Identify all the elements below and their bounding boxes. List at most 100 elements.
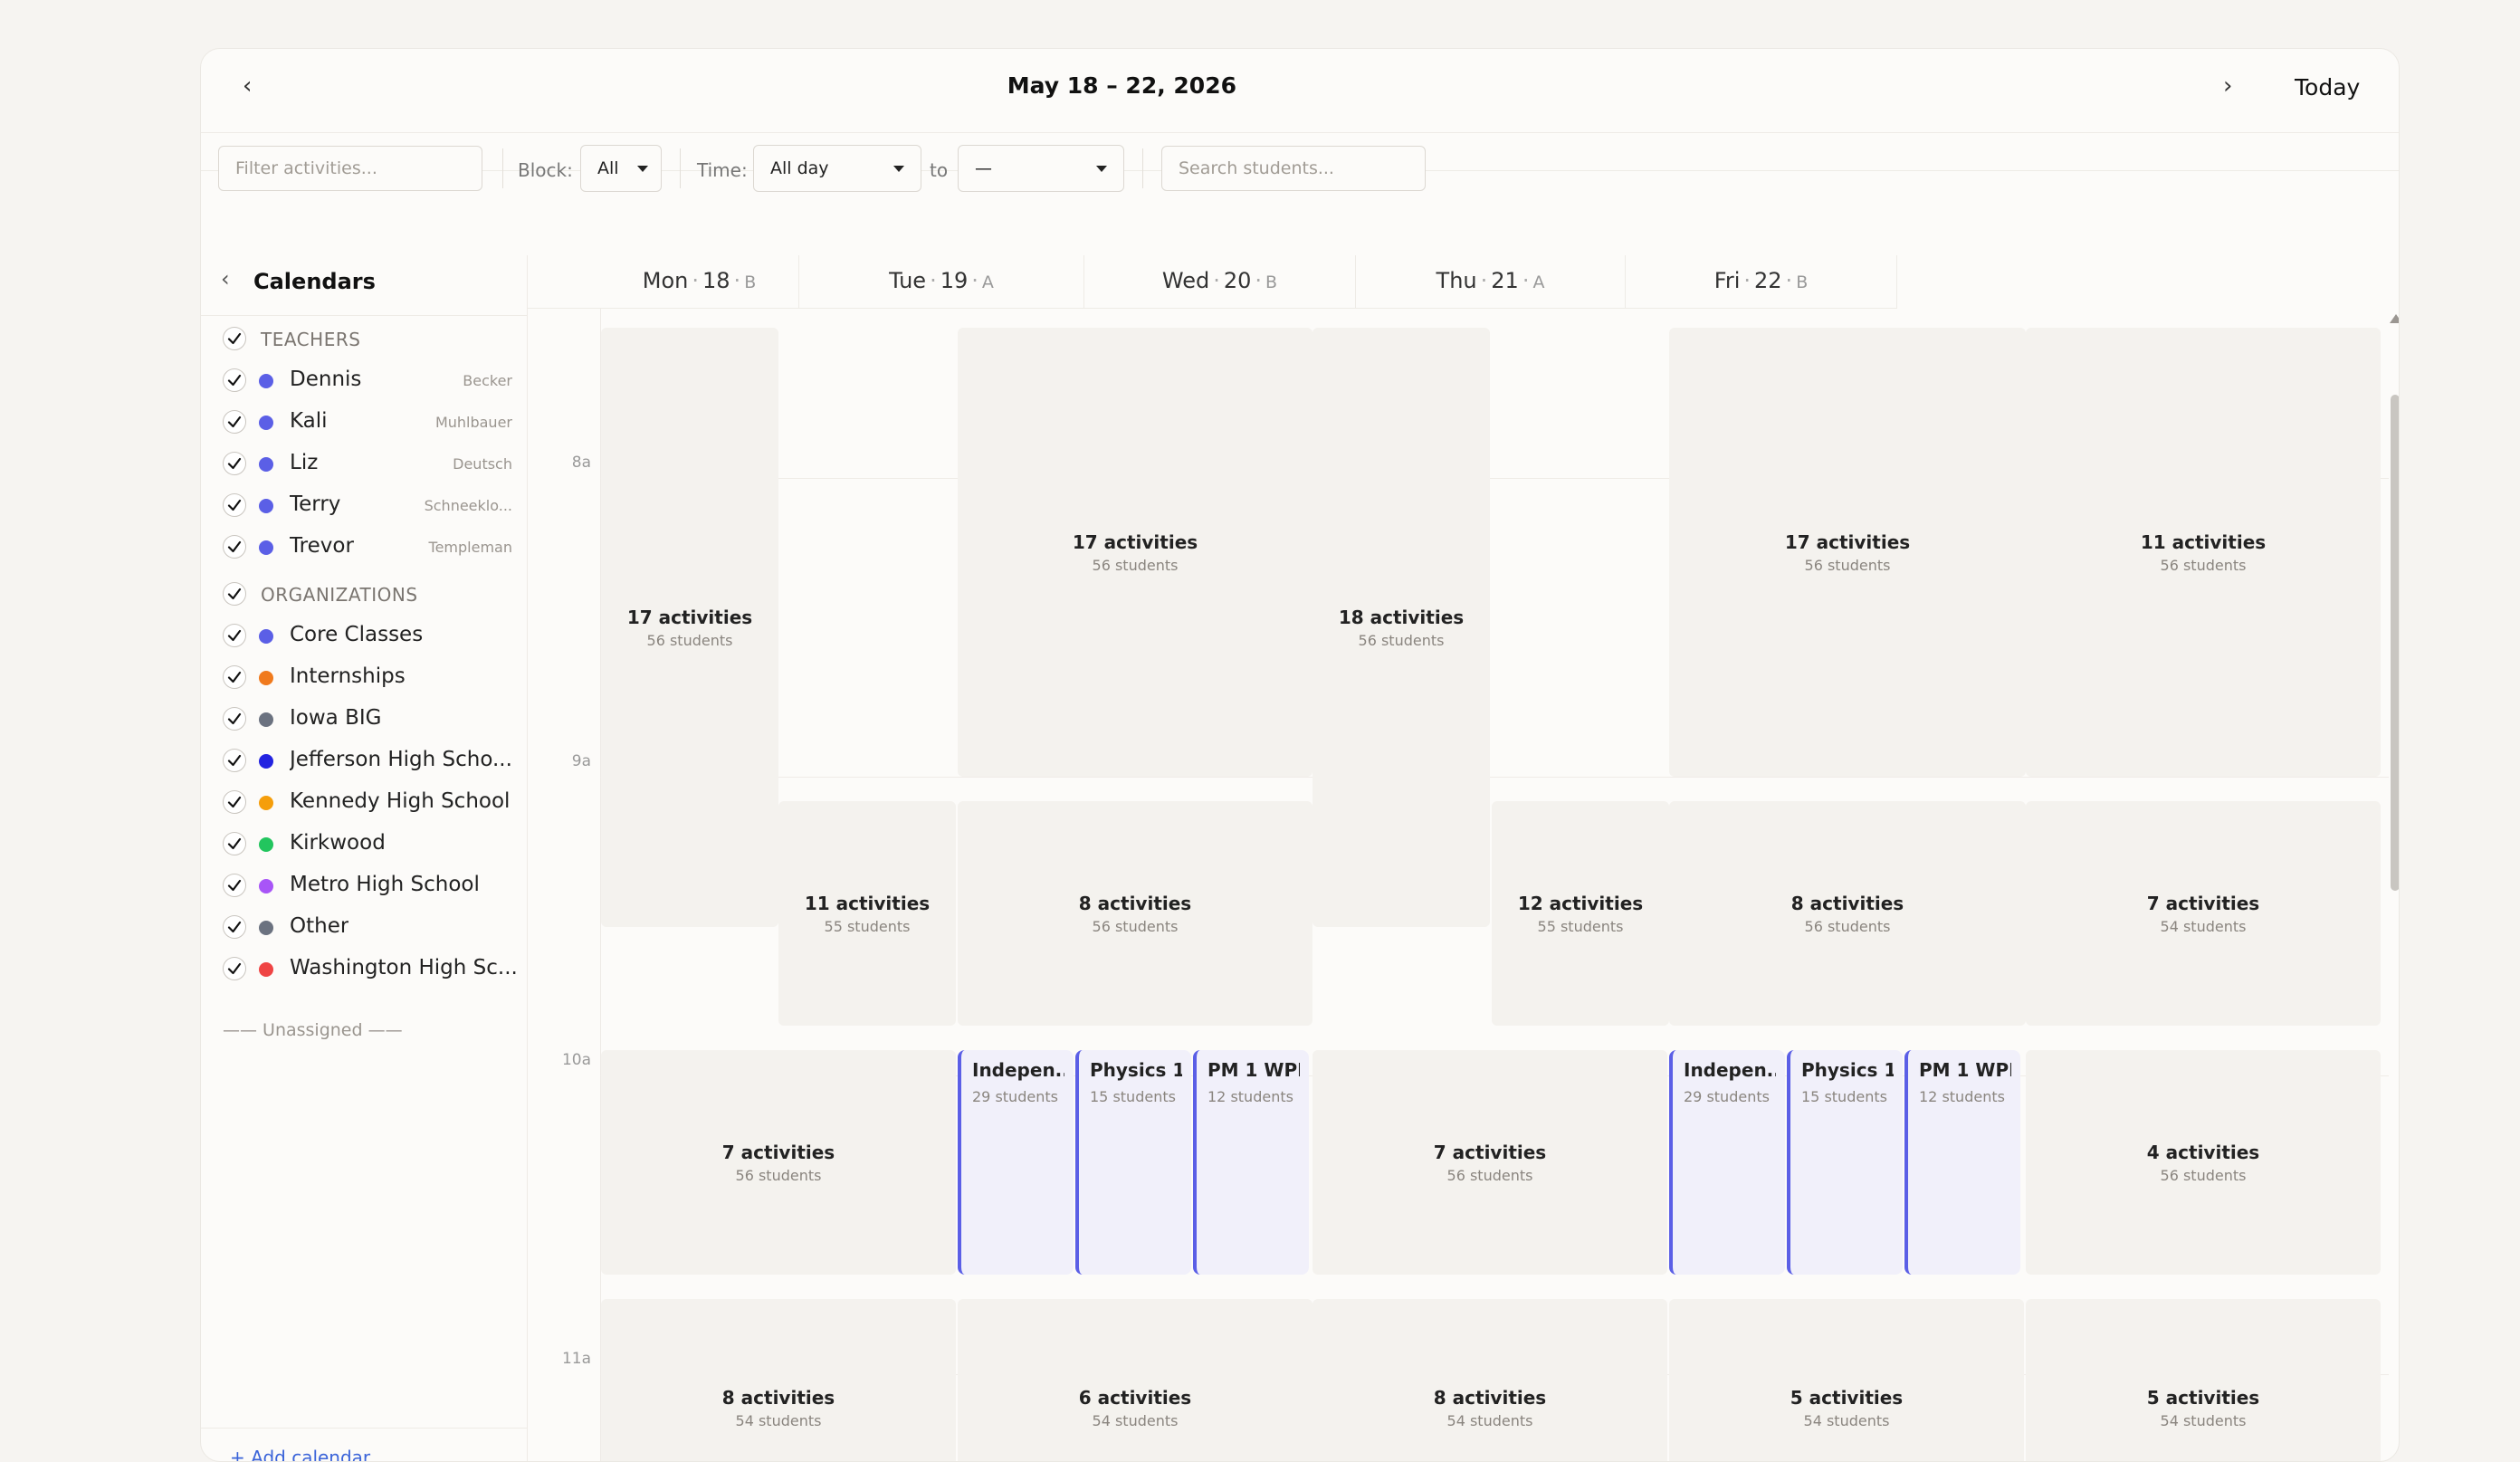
checkbox-checked-icon[interactable] xyxy=(223,874,246,897)
organization-name: Internships xyxy=(290,664,406,688)
sidebar-header: ‹ Calendars xyxy=(201,255,527,316)
toolbar-divider xyxy=(502,148,503,188)
event-title: Indepen... xyxy=(1684,1059,1776,1081)
separator-dot: · xyxy=(971,268,978,293)
checkbox-checked-icon[interactable] xyxy=(223,535,246,559)
collapse-sidebar-button[interactable]: ‹ xyxy=(221,266,230,291)
time-label-11a: 11a xyxy=(561,1350,591,1368)
sidebar-item-teacher[interactable]: Terry Schneeklo... xyxy=(223,489,512,521)
color-dot-icon xyxy=(259,499,273,513)
activity-count: 18 activities xyxy=(1338,606,1465,628)
sidebar-item-organization[interactable]: Core Classes xyxy=(223,619,512,652)
add-calendar-link[interactable]: + Add calendar xyxy=(230,1447,370,1461)
day-header-thu[interactable]: Thu · 21 · A xyxy=(1356,255,1626,309)
sidebar-item-organization[interactable]: Iowa BIG xyxy=(223,702,512,735)
activity-summary-block[interactable]: 8 activities 56 students xyxy=(1669,801,2026,1026)
activity-summary-block[interactable]: 11 activities 55 students xyxy=(778,801,956,1026)
sidebar-item-organization[interactable]: Internships xyxy=(223,661,512,693)
activity-summary-block[interactable]: 18 activities 56 students xyxy=(1312,328,1490,927)
checkbox-checked-icon[interactable] xyxy=(223,368,246,392)
activity-event-card[interactable]: Indepen... 29 students xyxy=(958,1050,1074,1275)
scrollbar-thumb[interactable] xyxy=(2391,395,2399,891)
activity-summary-block[interactable]: 4 activities 56 students xyxy=(2026,1050,2381,1275)
activity-event-card[interactable]: Indepen... 29 students xyxy=(1669,1050,1785,1275)
time-label-9a: 9a xyxy=(571,752,591,770)
sidebar-item-teacher[interactable]: Liz Deutsch xyxy=(223,447,512,480)
checkbox-checked-icon[interactable] xyxy=(223,707,246,731)
activity-summary-block[interactable]: 11 activities 56 students xyxy=(2026,328,2381,777)
time-from-select[interactable]: All day xyxy=(753,145,921,192)
activity-summary-block[interactable]: 17 activities 56 students xyxy=(958,328,1312,777)
activity-summary-block[interactable]: 6 activities 54 students xyxy=(958,1299,1312,1461)
activity-event-card[interactable]: PM 1 WPL... 12 students xyxy=(1193,1050,1309,1275)
search-students-input[interactable] xyxy=(1161,146,1426,191)
day-header-fri[interactable]: Fri · 22 · B xyxy=(1626,255,1897,309)
checkbox-checked-icon[interactable] xyxy=(223,493,246,517)
sidebar-item-organization[interactable]: Kennedy High School xyxy=(223,786,512,818)
teachers-group-toggle[interactable]: TEACHERS xyxy=(223,322,512,355)
sidebar-item-organization[interactable]: Washington High Sc... xyxy=(223,952,516,985)
separator-dot: · xyxy=(733,268,741,293)
activity-count: 8 activities xyxy=(721,1386,835,1409)
sidebar-title: Calendars xyxy=(253,269,376,294)
sidebar-item-teacher[interactable]: Dennis Becker xyxy=(223,364,512,397)
checkbox-checked-icon[interactable] xyxy=(223,749,246,772)
day-number: 19 xyxy=(940,268,969,293)
event-title: Physics 1 xyxy=(1801,1059,1894,1081)
sidebar-item-organization[interactable]: Metro High School xyxy=(223,869,512,902)
sidebar-item-teacher[interactable]: Kali Muhlbauer xyxy=(223,406,512,438)
activity-summary-block[interactable]: 17 activities 56 students xyxy=(1669,328,2026,777)
activity-summary-block[interactable]: 7 activities 56 students xyxy=(1312,1050,1667,1275)
checkbox-checked-icon[interactable] xyxy=(223,790,246,814)
organization-name: Kirkwood xyxy=(290,831,386,855)
activity-summary-block[interactable]: 17 activities 56 students xyxy=(601,328,778,927)
block-select[interactable]: All xyxy=(580,145,662,192)
organization-name: Kennedy High School xyxy=(290,789,511,813)
day-letter: A xyxy=(981,272,994,292)
sidebar-item-organization[interactable]: Kirkwood xyxy=(223,827,512,860)
checkbox-checked-icon[interactable] xyxy=(223,452,246,475)
filter-activities-input[interactable] xyxy=(218,146,482,191)
activity-summary-block[interactable]: 5 activities 54 students xyxy=(2026,1299,2381,1461)
sidebar-item-organization[interactable]: Jefferson High Scho... xyxy=(223,744,512,777)
activity-summary-block[interactable]: 8 activities 54 students xyxy=(1312,1299,1667,1461)
sidebar-item-teacher[interactable]: Trevor Templeman xyxy=(223,530,512,563)
checkbox-checked-icon[interactable] xyxy=(223,665,246,689)
activity-event-card[interactable]: Physics 1 15 students xyxy=(1075,1050,1191,1275)
color-dot-icon xyxy=(259,879,273,893)
sidebar-item-organization[interactable]: Other xyxy=(223,911,512,943)
chevron-down-icon xyxy=(1096,166,1107,172)
activity-summary-block[interactable]: 12 activities 55 students xyxy=(1492,801,1669,1026)
day-name: Wed xyxy=(1161,268,1210,293)
time-to-select[interactable]: — xyxy=(958,145,1124,192)
activity-event-card[interactable]: PM 1 WPL... 12 students xyxy=(1904,1050,2020,1275)
checkbox-checked-icon[interactable] xyxy=(223,582,246,606)
day-number: 18 xyxy=(702,268,730,293)
checkbox-checked-icon[interactable] xyxy=(223,832,246,855)
day-header-mon[interactable]: Mon · 18 · B xyxy=(528,255,799,309)
activity-summary-block[interactable]: 8 activities 56 students xyxy=(958,801,1312,1026)
student-count: 56 students xyxy=(646,631,733,649)
checkbox-checked-icon[interactable] xyxy=(223,957,246,980)
scroll-up-arrow-icon[interactable] xyxy=(2390,314,2399,323)
time-to-value: — xyxy=(975,158,992,178)
activity-summary-block[interactable]: 8 activities 54 students xyxy=(601,1299,956,1461)
activity-summary-block[interactable]: 7 activities 56 students xyxy=(601,1050,956,1275)
day-header-tue[interactable]: Tue · 19 · A xyxy=(799,255,1084,309)
vertical-scrollbar[interactable] xyxy=(2389,309,2399,1461)
checkbox-checked-icon[interactable] xyxy=(223,410,246,434)
student-count: 54 students xyxy=(1446,1411,1533,1429)
activity-summary-block[interactable]: 5 activities 54 students xyxy=(1669,1299,2024,1461)
color-dot-icon xyxy=(259,374,273,388)
teacher-last-name: Muhlbauer xyxy=(434,414,512,431)
activity-count: 5 activities xyxy=(2146,1386,2260,1409)
checkbox-checked-icon[interactable] xyxy=(223,624,246,647)
checkbox-checked-icon[interactable] xyxy=(223,327,246,350)
activity-event-card[interactable]: Physics 1 15 students xyxy=(1787,1050,1903,1275)
event-title: Indepen... xyxy=(972,1059,1064,1081)
checkbox-checked-icon[interactable] xyxy=(223,915,246,939)
event-students: 12 students xyxy=(1919,1088,2005,1105)
day-header-wed[interactable]: Wed · 20 · B xyxy=(1084,255,1356,309)
activity-summary-block[interactable]: 7 activities 54 students xyxy=(2026,801,2381,1026)
organizations-group-toggle[interactable]: ORGANIZATIONS xyxy=(223,578,512,610)
